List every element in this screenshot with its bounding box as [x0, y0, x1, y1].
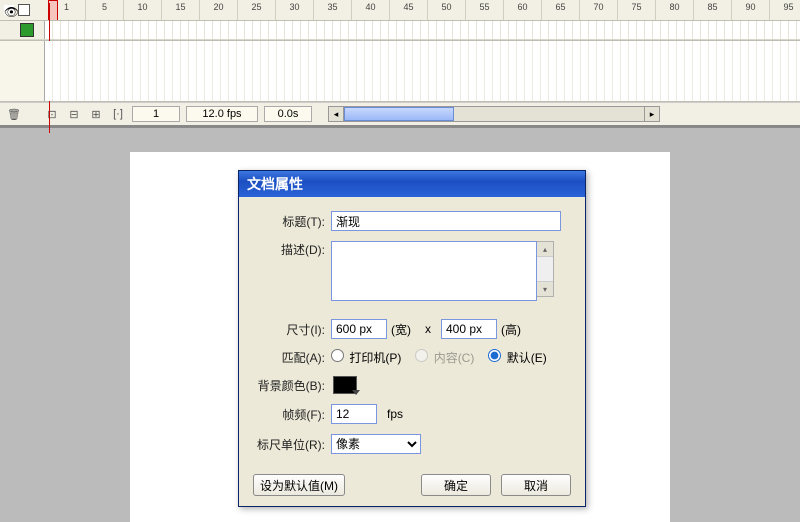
set-default-button[interactable]: 设为默认值(M) — [253, 474, 345, 496]
label-framerate: 帧频(F): — [253, 406, 331, 423]
ruler-mark: 60 — [504, 0, 542, 20]
edit-frames-icon[interactable]: ⊞ — [88, 106, 104, 122]
label-desc: 描述(D): — [253, 241, 331, 258]
label-size: 尺寸(I): — [253, 321, 331, 338]
height-input[interactable] — [441, 319, 497, 339]
height-suffix: (高) — [501, 321, 521, 338]
scroll-left-icon[interactable]: ◂ — [328, 106, 344, 122]
ruler-mark: 75 — [618, 0, 656, 20]
timeline-hscrollbar[interactable]: ◂ ▸ — [328, 106, 660, 122]
ruler-mark: 70 — [580, 0, 618, 20]
ruler-mark: 90 — [732, 0, 770, 20]
timeline-panel: 👁 15101520253035404550556065707580859095… — [0, 0, 800, 128]
layer-outline-icon[interactable] — [18, 4, 30, 16]
ok-button[interactable]: 确定 — [421, 474, 491, 496]
framerate-input[interactable] — [331, 404, 377, 424]
trash-icon[interactable]: 🗑 — [6, 106, 22, 122]
ruler-mark: 10 — [124, 0, 162, 20]
timeline-ruler[interactable]: 1510152025303540455055606570758085909510… — [48, 0, 800, 20]
label-match: 匹配(A): — [253, 349, 331, 366]
ruler-mark: 15 — [162, 0, 200, 20]
ruler-mark: 50 — [428, 0, 466, 20]
frames-empty-area[interactable] — [44, 41, 800, 101]
label-bgcolor: 背景颜色(B): — [253, 377, 331, 394]
width-input[interactable] — [331, 319, 387, 339]
ruler-mark: 20 — [200, 0, 238, 20]
ruler-mark: 55 — [466, 0, 504, 20]
ruler-mark: 25 — [238, 0, 276, 20]
dim-separator: x — [425, 322, 431, 336]
match-default-radio[interactable]: 默认(E) — [488, 349, 546, 366]
fps-field[interactable]: 12.0 fps — [186, 106, 258, 122]
dialog-title: 文档属性 — [247, 174, 303, 194]
ruler-mark: 40 — [352, 0, 390, 20]
scroll-up-icon[interactable]: ▴ — [537, 242, 553, 257]
dialog-titlebar[interactable]: 文档属性 — [239, 171, 585, 197]
timeline-status-bar: 🗑 ⊡ ⊟ ⊞ [·] 1 12.0 fps 0.0s ◂ ▸ — [0, 102, 800, 127]
description-textarea[interactable] — [331, 241, 537, 301]
frames-track[interactable] — [44, 21, 800, 39]
rulerunits-select[interactable]: 像素 — [331, 434, 421, 454]
ruler-mark: 95 — [770, 0, 800, 20]
onion-skin-icon[interactable]: ⊡ — [44, 106, 60, 122]
label-title: 标题(T): — [253, 213, 331, 230]
textarea-scrollbar[interactable]: ▴ ▾ — [537, 241, 554, 297]
time-field[interactable]: 0.0s — [264, 106, 312, 122]
ruler-mark: 85 — [694, 0, 732, 20]
scroll-right-icon[interactable]: ▸ — [644, 106, 660, 122]
ruler-mark: 5 — [86, 0, 124, 20]
current-frame-field[interactable]: 1 — [132, 106, 180, 122]
match-contents-radio: 内容(C) — [415, 349, 474, 366]
document-properties-dialog: 文档属性 标题(T): 描述(D): ▴ ▾ 尺寸(I): (宽) x (高) … — [238, 170, 586, 507]
layer-controls: 👁 — [0, 0, 48, 20]
framerate-unit: fps — [387, 407, 403, 421]
ruler-mark: 80 — [656, 0, 694, 20]
ruler-mark: 45 — [390, 0, 428, 20]
center-frame-icon[interactable]: [·] — [110, 106, 126, 122]
match-printer-radio[interactable]: 打印机(P) — [331, 349, 401, 366]
layer-color-swatch[interactable] — [20, 23, 34, 37]
title-input[interactable] — [331, 211, 561, 231]
onion-outline-icon[interactable]: ⊟ — [66, 106, 82, 122]
cancel-button[interactable]: 取消 — [501, 474, 571, 496]
scroll-down-icon[interactable]: ▾ — [537, 281, 553, 296]
layer-visibility-icon[interactable]: 👁 — [4, 5, 14, 15]
bgcolor-swatch[interactable] — [333, 376, 357, 394]
ruler-mark: 30 — [276, 0, 314, 20]
ruler-mark: 35 — [314, 0, 352, 20]
ruler-mark: 65 — [542, 0, 580, 20]
label-rulerunits: 标尺单位(R): — [253, 436, 331, 453]
width-suffix: (宽) — [391, 321, 411, 338]
scroll-thumb[interactable] — [344, 107, 454, 121]
